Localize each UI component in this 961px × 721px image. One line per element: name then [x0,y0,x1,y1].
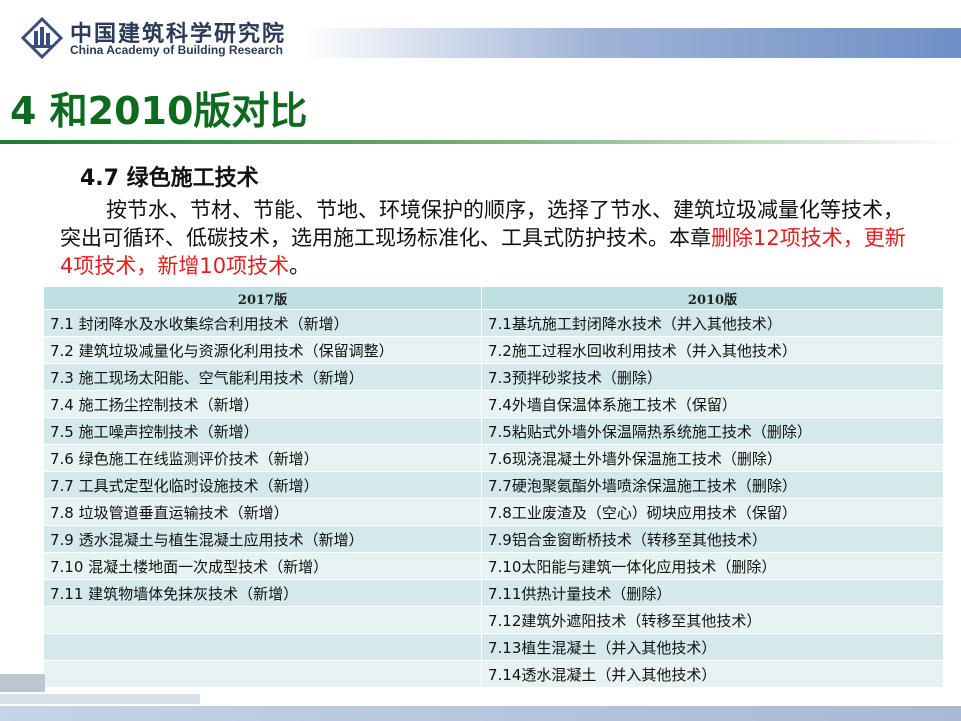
slide-title: 4 和2010版对比 [10,89,308,133]
footer-decoration-strip [0,694,200,704]
cell-2010: 7.3预拌砂浆技术（删除） [481,363,944,391]
footer-bar [0,706,961,721]
table-row: 7.8 垃圾管道垂直运输技术（新增） 7.8工业废渣及（空心）砌块应用技术（保留） [43,498,944,526]
table-row: 7.2 建筑垃圾减量化与资源化利用技术（保留调整） 7.2施工过程水回收利用技术（… [43,336,944,364]
cell-2010: 7.11供热计量技术（删除） [481,579,944,607]
cell-2010: 7.6现浇混凝土外墙外保温施工技术（删除） [481,444,944,472]
table-row: 7.12建筑外遮阳技术（转移至其他技术） [43,606,944,634]
cell-2010: 7.9铝合金窗断桥技术（转移至其他技术） [481,525,944,553]
cell-2017 [43,606,482,634]
cell-2010: 7.8工业废渣及（空心）砌块应用技术（保留） [481,498,944,526]
cell-2010: 7.13植生混凝土（并入其他技术） [481,633,944,661]
table-row: 7.7 工具式定型化临时设施技术（新增） 7.7硬泡聚氨酯外墙喷涂保温施工技术（删… [43,471,944,499]
table-row: 7.9 透水混凝土与植生混凝土应用技术（新增） 7.9铝合金窗断桥技术（转移至其他… [43,525,944,553]
table-body: 7.1 封闭降水及水收集综合利用技术（新增） 7.1基坑施工封闭降水技术（并入其他… [43,309,944,688]
cell-2017: 7.4 施工扬尘控制技术（新增） [43,390,482,418]
cell-2017: 7.6 绿色施工在线监测评价技术（新增） [43,444,482,472]
cell-2017: 7.7 工具式定型化临时设施技术（新增） [43,471,482,499]
cell-2017: 7.1 封闭降水及水收集综合利用技术（新增） [43,309,482,337]
cell-2017: 7.3 施工现场太阳能、空气能利用技术（新增） [43,363,482,391]
cell-2017: 7.8 垃圾管道垂直运输技术（新增） [43,498,482,526]
table-row: 7.1 封闭降水及水收集综合利用技术（新增） 7.1基坑施工封闭降水技术（并入其他… [43,309,944,337]
table-row: 7.3 施工现场太阳能、空气能利用技术（新增） 7.3预拌砂浆技术（删除） [43,363,944,391]
cell-2017: 7.10 混凝土楼地面一次成型技术（新增） [43,552,482,580]
cell-2010: 7.12建筑外遮阳技术（转移至其他技术） [481,606,944,634]
logo-icon [20,16,64,60]
cell-2017: 7.2 建筑垃圾减量化与资源化利用技术（保留调整） [43,336,482,364]
table-row: 7.11 建筑物墙体免抹灰技术（新增） 7.11供热计量技术（删除） [43,579,944,607]
cell-2010: 7.14透水混凝土（并入其他技术） [481,660,944,688]
cell-2010: 7.1基坑施工封闭降水技术（并入其他技术） [481,309,944,337]
cell-2017: 7.9 透水混凝土与植生混凝土应用技术（新增） [43,525,482,553]
table-row: 7.13植生混凝土（并入其他技术） [43,633,944,661]
header-decoration [300,28,961,58]
cell-2010: 7.2施工过程水回收利用技术（并入其他技术） [481,336,944,364]
cell-2017: 7.5 施工噪声控制技术（新增） [43,417,482,445]
cell-2017 [43,660,482,688]
comparison-table: 2017版 2010版 7.1 封闭降水及水收集综合利用技术（新增） 7.1基坑施… [43,286,944,688]
intro-paragraph: 按节水、节材、节能、节地、环境保护的顺序，选择了节水、建筑垃圾减量化等技术，突出… [60,196,910,280]
section-title: 4.7 绿色施工技术 [80,166,259,191]
table-row: 7.5 施工噪声控制技术（新增） 7.5粘贴式外墙外保温隔热系统施工技术（删除） [43,417,944,445]
org-name-en: China Academy of Building Research [70,43,283,57]
footer-decoration [0,674,45,692]
intro-end: 。 [289,254,311,278]
table-row: 7.4 施工扬尘控制技术（新增） 7.4外墙自保温体系施工技术（保留） [43,390,944,418]
table-header-row: 2017版 2010版 [43,286,944,310]
cell-2010: 7.7硬泡聚氨酯外墙喷涂保温施工技术（删除） [481,471,944,499]
cell-2010: 7.5粘贴式外墙外保温隔热系统施工技术（删除） [481,417,944,445]
cell-2010: 7.10太阳能与建筑一体化应用技术（删除） [481,552,944,580]
table-row: 7.10 混凝土楼地面一次成型技术（新增） 7.10太阳能与建筑一体化应用技术（删… [43,552,944,580]
column-header-2010: 2010版 [481,286,944,310]
table-row: 7.14透水混凝土（并入其他技术） [43,660,944,688]
table-row: 7.6 绿色施工在线监测评价技术（新增） 7.6现浇混凝土外墙外保温施工技术（删除… [43,444,944,472]
cell-2017 [43,633,482,661]
title-divider [0,140,961,144]
column-header-2017: 2017版 [43,286,482,310]
cell-2017: 7.11 建筑物墙体免抹灰技术（新增） [43,579,482,607]
cell-2010: 7.4外墙自保温体系施工技术（保留） [481,390,944,418]
